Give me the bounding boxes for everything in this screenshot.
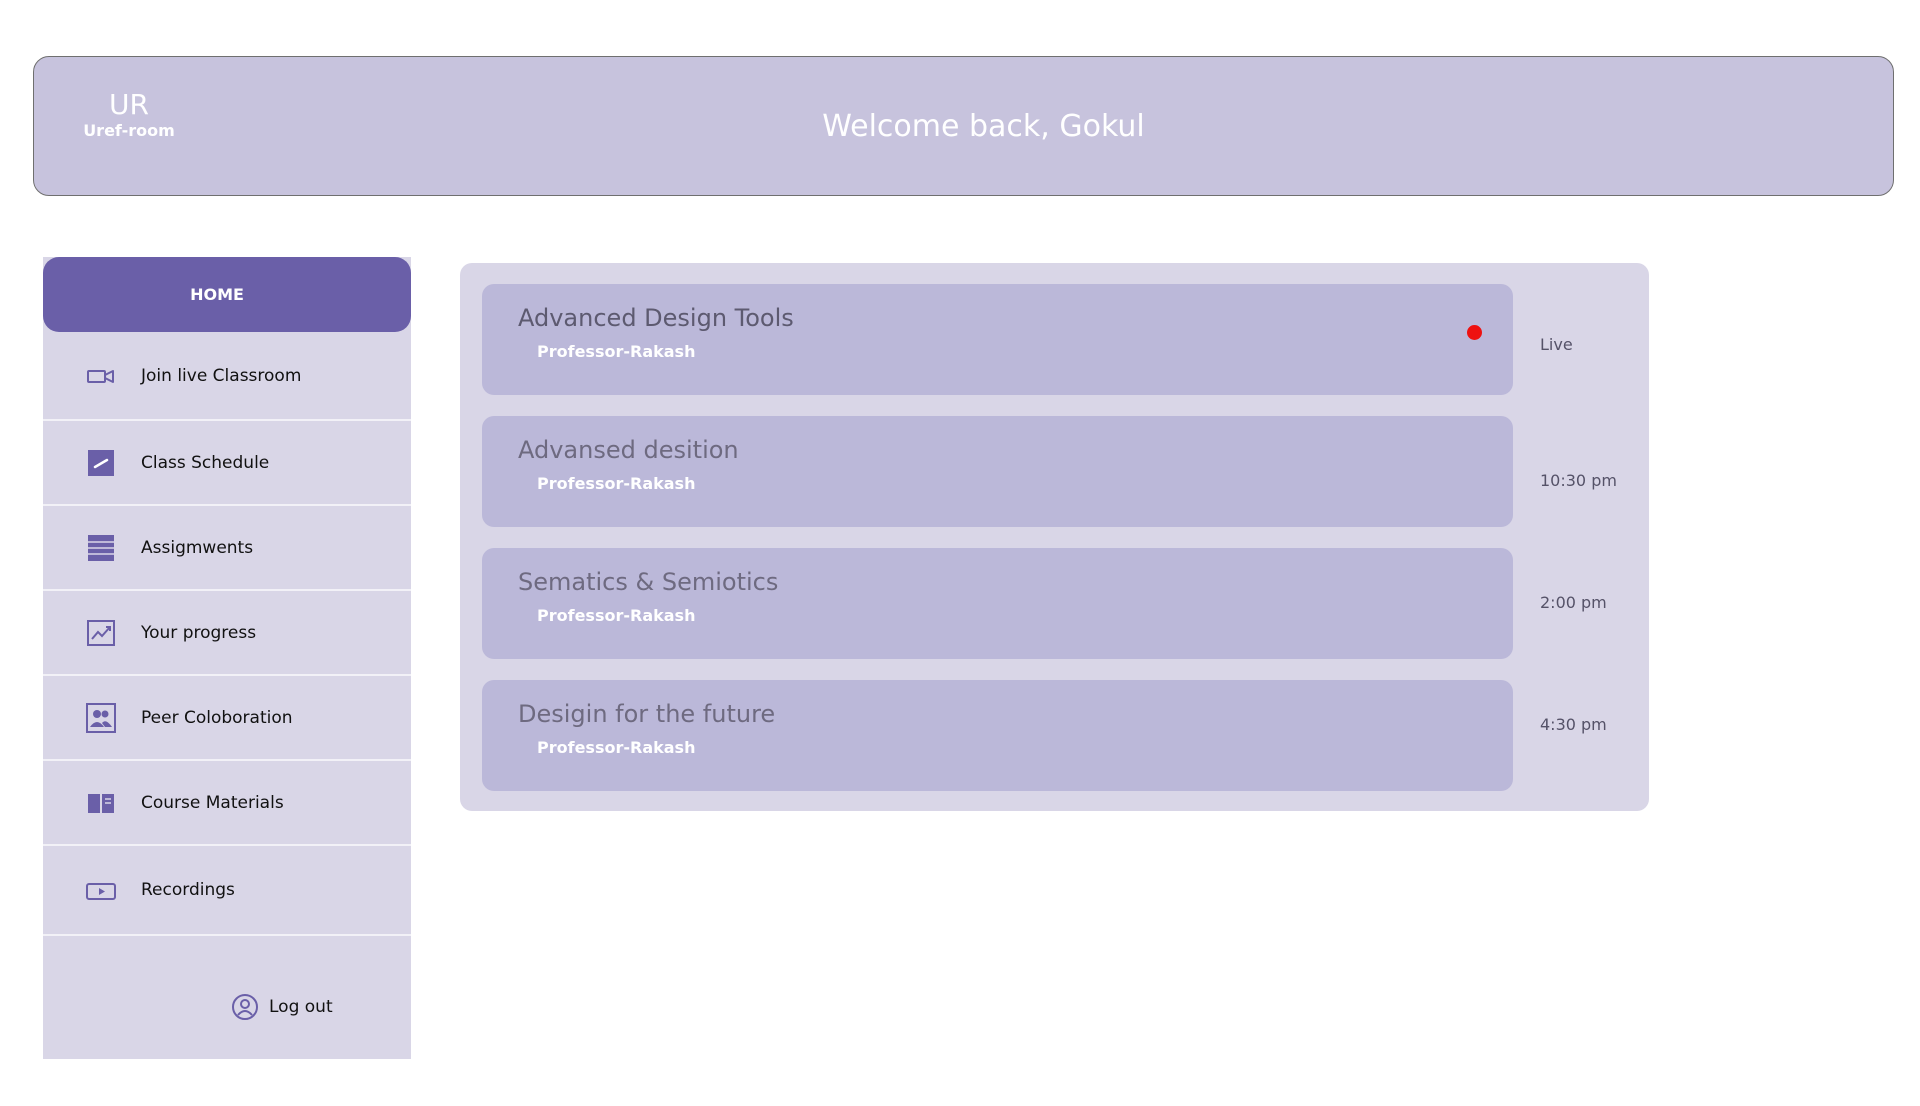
class-professor: Professor-Rakash — [537, 474, 696, 493]
live-indicator-dot — [1467, 325, 1482, 340]
sidebar-item-peer-collaboration[interactable]: Peer Coloboration — [43, 676, 411, 761]
sidebar-item-label: Your progress — [141, 622, 257, 643]
class-title: Desigin for the future — [518, 700, 776, 728]
sidebar: HOME Join live Classroom Class Schedule — [43, 257, 411, 1059]
sidebar-item-label: Recordings — [141, 880, 235, 900]
class-title: Advanced Design Tools — [518, 304, 794, 332]
class-title: Sematics & Semiotics — [518, 568, 779, 596]
sidebar-item-your-progress[interactable]: Your progress — [43, 591, 411, 676]
user-circle-icon — [231, 993, 259, 1021]
class-professor: Professor-Rakash — [537, 342, 696, 361]
sidebar-item-recordings[interactable]: Recordings — [43, 846, 411, 936]
logout-label: Log out — [269, 997, 333, 1017]
sidebar-item-label: Class Schedule — [141, 452, 270, 473]
class-time: Live — [1540, 335, 1573, 354]
sidebar-item-label: Join live Classroom — [141, 365, 302, 386]
people-icon — [86, 702, 116, 733]
sidebar-item-join-live-classroom[interactable]: Join live Classroom — [43, 332, 411, 421]
sidebar-item-label: Assigmwents — [141, 537, 254, 558]
class-card[interactable]: Advanced Design Tools Professor-Rakash — [482, 284, 1513, 395]
class-title: Advansed desition — [518, 436, 739, 464]
class-card[interactable]: Sematics & Semiotics Professor-Rakash — [482, 548, 1513, 659]
class-time: 4:30 pm — [1540, 715, 1607, 734]
logout-button[interactable]: Log out — [231, 992, 333, 1022]
class-professor: Professor-Rakash — [537, 606, 696, 625]
calendar-check-icon — [86, 448, 116, 478]
welcome-message: Welcome back, Gokul — [822, 109, 1145, 144]
class-card[interactable]: Desigin for the future Professor-Rakash — [482, 680, 1513, 791]
class-list-panel: Advanced Design Tools Professor-Rakash L… — [460, 263, 1649, 811]
sidebar-item-label: Course Materials — [141, 792, 284, 813]
class-professor: Professor-Rakash — [537, 738, 696, 757]
class-time: 2:00 pm — [1540, 593, 1607, 612]
book-icon — [86, 788, 116, 818]
sidebar-item-label: Peer Coloboration — [141, 707, 293, 728]
home-button[interactable]: HOME — [43, 257, 411, 332]
sidebar-item-course-materials[interactable]: Course Materials — [43, 761, 411, 846]
sidebar-item-assignments[interactable]: Assigmwents — [43, 506, 411, 591]
video-camera-icon — [86, 361, 116, 391]
top-header: UR Uref-room Welcome back, Gokul — [33, 56, 1894, 196]
play-video-icon — [86, 875, 116, 905]
sidebar-item-class-schedule[interactable]: Class Schedule — [43, 421, 411, 506]
class-card[interactable]: Advansed desition Professor-Rakash — [482, 416, 1513, 527]
trend-chart-icon — [86, 618, 116, 648]
list-icon — [86, 533, 116, 563]
class-time: 10:30 pm — [1540, 471, 1617, 490]
